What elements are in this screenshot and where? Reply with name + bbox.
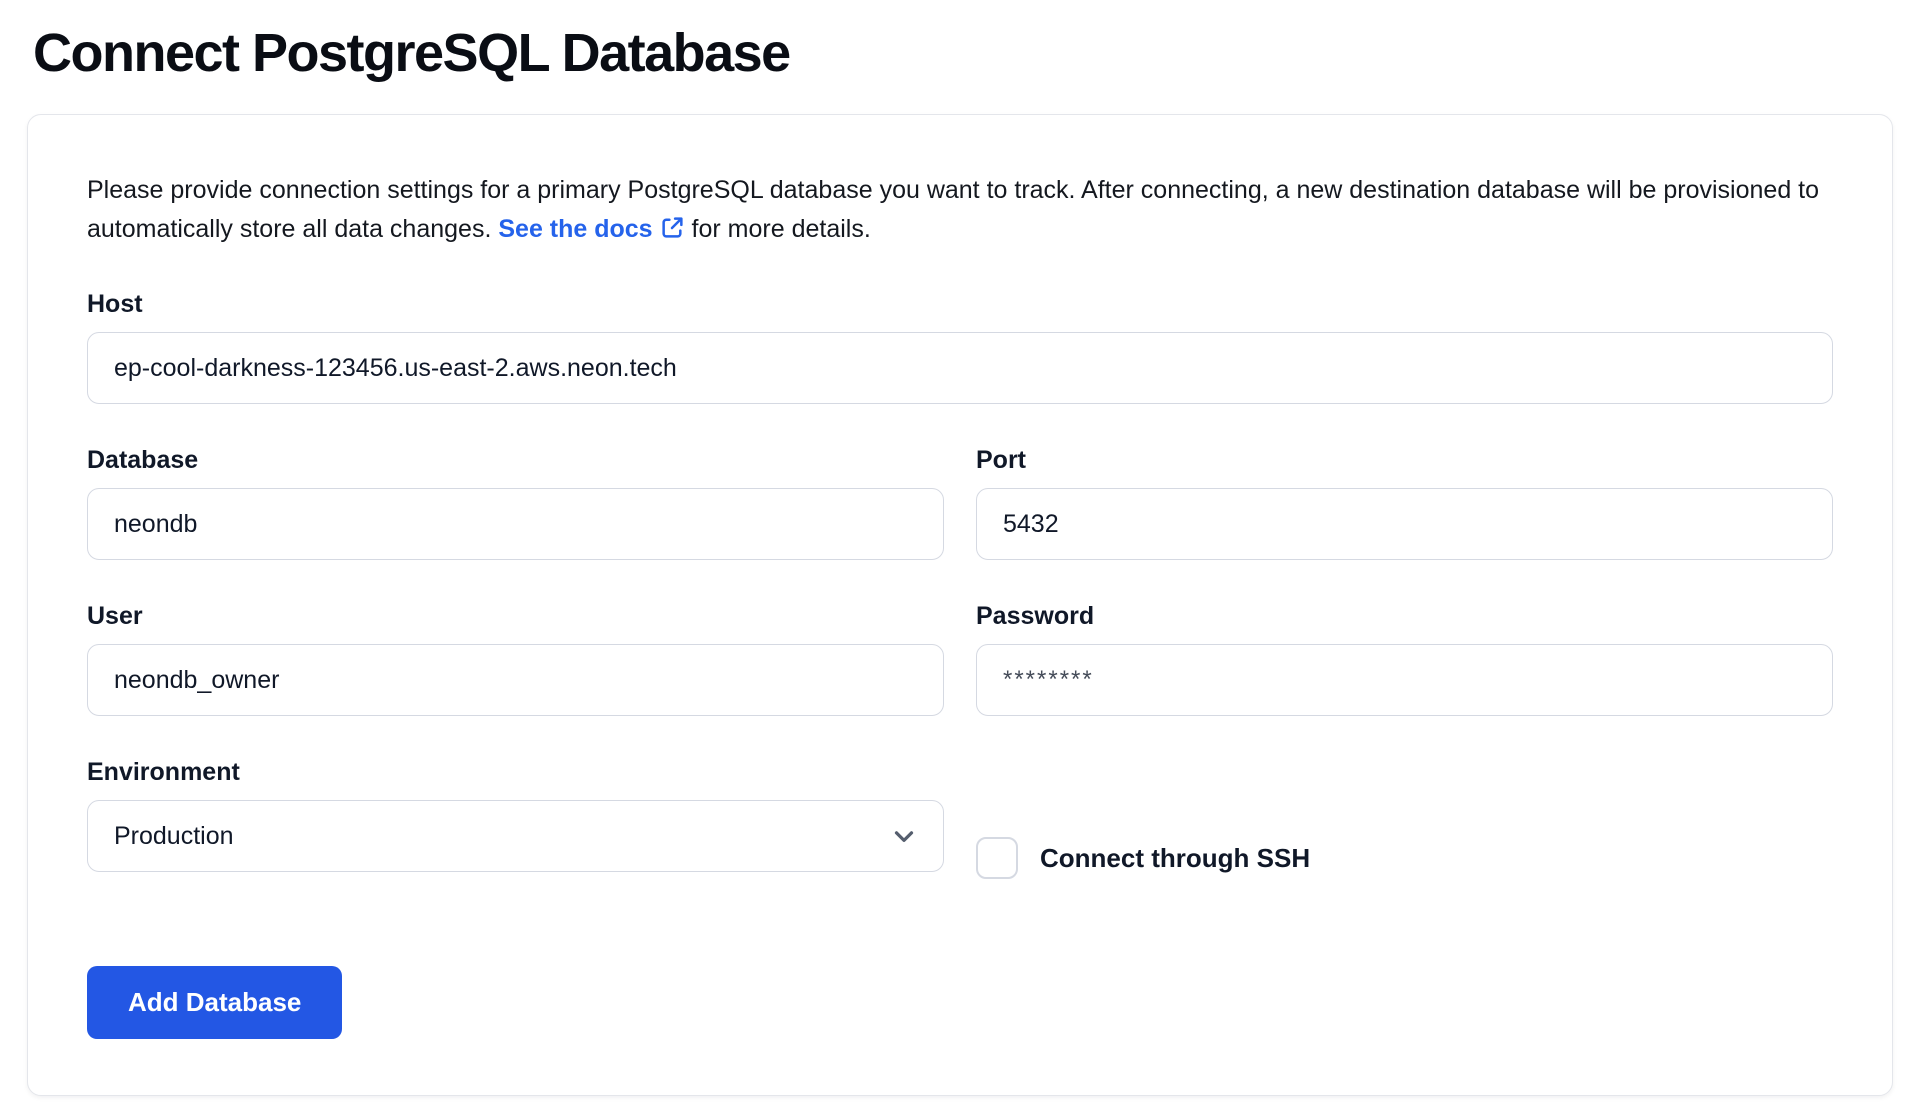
ssh-option: Connect through SSH (976, 758, 1833, 914)
password-label: Password (976, 602, 1833, 631)
user-field: User (87, 602, 944, 716)
host-input[interactable] (87, 332, 1833, 404)
chevron-down-icon (889, 821, 919, 851)
environment-label: Environment (87, 758, 944, 787)
environment-select[interactable]: Production (87, 800, 944, 872)
environment-field: Environment Production (87, 758, 944, 872)
user-label: User (87, 602, 944, 631)
environment-selected-value: Production (114, 822, 234, 851)
user-input[interactable] (87, 644, 944, 716)
connect-through-ssh-checkbox[interactable] (976, 837, 1018, 879)
add-database-button[interactable]: Add Database (87, 966, 342, 1039)
connection-settings-card: Please provide connection settings for a… (27, 114, 1893, 1096)
database-label: Database (87, 446, 944, 475)
page-title: Connect PostgreSQL Database (33, 22, 1893, 84)
database-input[interactable] (87, 488, 944, 560)
database-field: Database (87, 446, 944, 560)
intro-text: Please provide connection settings for a… (87, 171, 1827, 252)
see-the-docs-link-label: See the docs (498, 215, 652, 243)
intro-text-before-link: Please provide connection settings for a… (87, 176, 1819, 243)
host-label: Host (87, 290, 1833, 319)
port-label: Port (976, 446, 1833, 475)
connection-form: Host Database Port User Password Environ (87, 290, 1833, 914)
intro-text-after-link: for more details. (692, 215, 871, 243)
password-field: Password (976, 602, 1833, 716)
connect-database-page: Connect PostgreSQL Database Please provi… (0, 0, 1920, 1120)
host-field: Host (87, 290, 1833, 404)
submit-row: Add Database (87, 966, 1833, 1039)
password-input[interactable] (976, 644, 1833, 716)
external-link-icon (660, 213, 685, 252)
port-input[interactable] (976, 488, 1833, 560)
see-the-docs-link[interactable]: See the docs (498, 215, 684, 243)
port-field: Port (976, 446, 1833, 560)
connect-through-ssh-label[interactable]: Connect through SSH (1040, 843, 1310, 874)
